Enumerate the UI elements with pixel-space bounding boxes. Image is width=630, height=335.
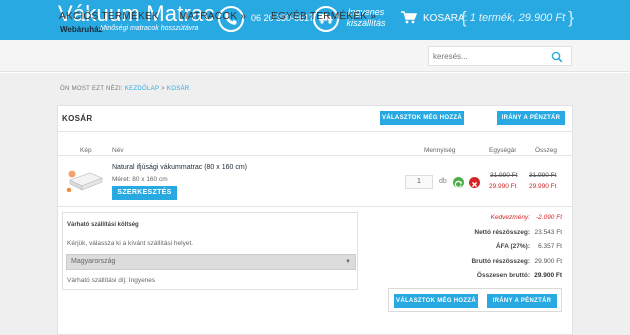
edit-button[interactable]: SZERKESZTÉS bbox=[112, 186, 177, 200]
vat-value: 6.357 Ft bbox=[538, 243, 562, 250]
unit-price-new: 29.990 Ft bbox=[489, 183, 517, 190]
product-name-link[interactable]: Natural ifjúsági vákummatrac (80 x 160 c… bbox=[112, 164, 247, 171]
col-unit-price: Egységár bbox=[489, 147, 517, 154]
nav-mattresses[interactable]: MATRACOK » bbox=[179, 11, 246, 22]
refresh-icon[interactable] bbox=[453, 177, 464, 188]
col-total: Összeg bbox=[535, 147, 558, 154]
product-image[interactable] bbox=[66, 168, 106, 199]
net-subtotal-label: Nettó részösszeg: bbox=[474, 229, 530, 236]
nav-sale-products[interactable]: AKCIÓS TERMÉKEK bbox=[59, 11, 159, 22]
quantity-input[interactable]: 1 bbox=[405, 175, 433, 189]
divider bbox=[58, 131, 572, 132]
checkout-button-top[interactable]: IRÁNY A PÉNZTÁR bbox=[497, 111, 565, 125]
total-value: 29.900 Ft bbox=[534, 272, 562, 279]
breadcrumb: ÖN MOST EZT NÉZI: KEZDŐLAP > KOSÁR bbox=[60, 86, 189, 92]
gross-subtotal-label: Bruttó részösszeg: bbox=[471, 258, 530, 265]
unit-price-old: 31.990 Ft bbox=[490, 172, 518, 179]
breadcrumb-home-link[interactable]: KEZDŐLAP bbox=[125, 86, 159, 92]
checkout-button-bottom[interactable]: IRÁNY A PÉNZTÁR bbox=[487, 294, 557, 308]
col-image: Kép bbox=[80, 147, 92, 154]
shipping-hint: Kérjük, válassza ki a kívánt szállítási … bbox=[67, 240, 194, 247]
logo-subtitle: Webáruház bbox=[60, 25, 103, 34]
gross-subtotal-value: 29.900 Ft bbox=[534, 258, 562, 265]
logo-tagline: Minőségi matracok hosszútávra bbox=[100, 25, 199, 32]
breadcrumb-prefix: ÖN MOST EZT NÉZI: bbox=[60, 86, 123, 92]
product-size: Méret: 80 x 160 cm bbox=[112, 176, 168, 183]
net-subtotal-value: 23.543 Ft bbox=[534, 229, 562, 236]
shipping-fee: Várható szállítási díj: Ingyenes bbox=[67, 277, 156, 284]
total-price-new: 29.990 Ft bbox=[529, 183, 557, 190]
quantity-unit: db bbox=[439, 178, 447, 185]
discount-value: -2.090 Ft bbox=[535, 214, 562, 221]
discount-label: Kedvezmény: bbox=[490, 214, 530, 221]
breadcrumb-current[interactable]: KOSÁR bbox=[167, 86, 190, 92]
total-label: Összesen bruttó: bbox=[476, 272, 530, 279]
continue-shopping-button-top[interactable]: VÁLASZTOK MÉG HOZZÁ bbox=[380, 111, 464, 125]
col-quantity: Mennyiség bbox=[424, 147, 456, 154]
nav-other-products[interactable]: EGYÉB TERMÉKEK » bbox=[271, 11, 376, 22]
breadcrumb-separator: > bbox=[159, 86, 167, 92]
country-select[interactable]: Magyarország ▼ bbox=[66, 254, 356, 270]
search-icon[interactable] bbox=[551, 50, 563, 68]
col-name: Név bbox=[112, 147, 124, 154]
cart-title: KOSÁR bbox=[62, 114, 93, 123]
search-input[interactable] bbox=[433, 47, 545, 65]
divider bbox=[58, 155, 572, 156]
country-select-value: Magyarország bbox=[71, 258, 116, 265]
shipping-title: Várható szállítási költség bbox=[67, 222, 139, 228]
search-box bbox=[428, 46, 572, 66]
continue-shopping-button-bottom[interactable]: VÁLASZTOK MÉG HOZZÁ bbox=[394, 294, 478, 308]
divider bbox=[58, 206, 572, 207]
total-price-old: 31.990 Ft bbox=[529, 172, 557, 179]
remove-icon[interactable] bbox=[469, 177, 480, 188]
cart-summary-text: 1 termék, 29.900 Ft bbox=[469, 12, 566, 24]
cart-icon[interactable] bbox=[401, 11, 418, 29]
vat-label: ÁFA (27%): bbox=[495, 243, 530, 250]
cart-summary[interactable]: { 1 termék, 29.900 Ft } bbox=[461, 8, 574, 28]
